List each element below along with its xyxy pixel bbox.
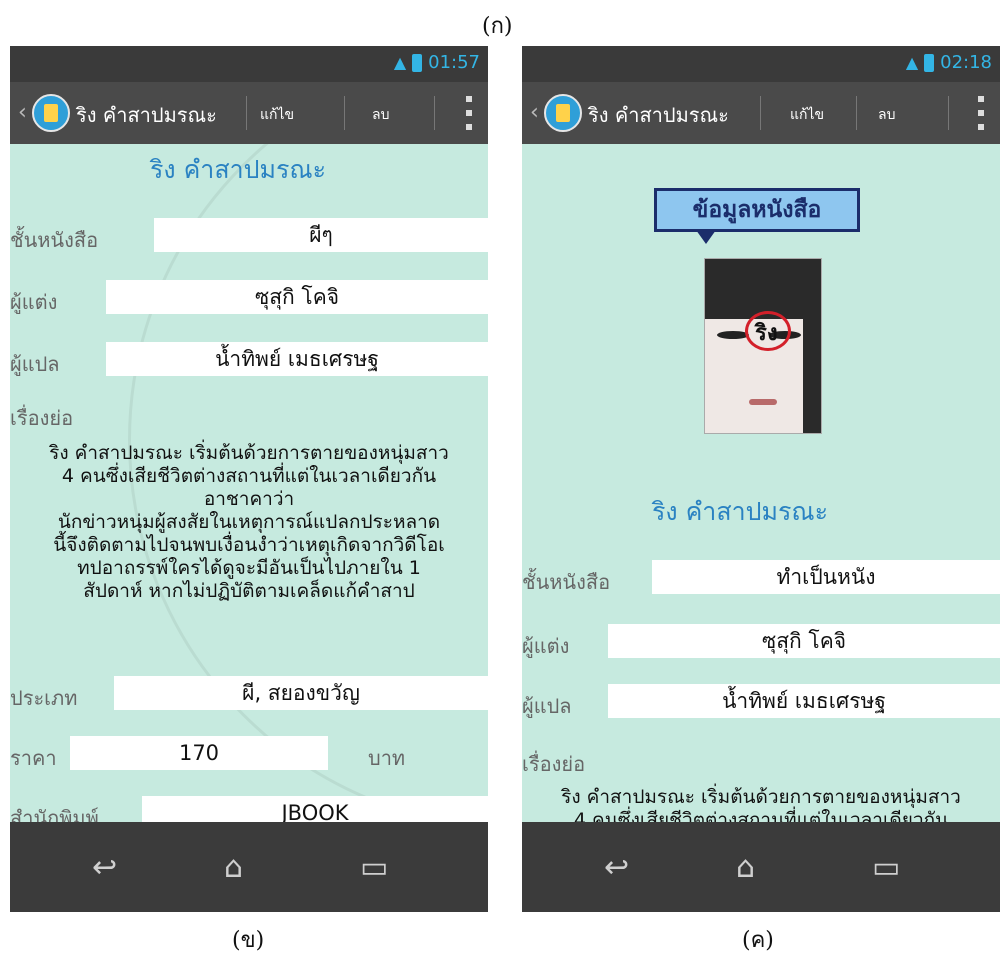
app-icon[interactable] (544, 94, 582, 132)
divider (246, 96, 247, 130)
status-time: 01:57 (428, 52, 480, 73)
translator-label: ผู้แปล (522, 694, 572, 718)
price-value: 170 (70, 736, 328, 770)
back-chevron-icon[interactable]: ‹ (530, 100, 539, 125)
divider (856, 96, 857, 130)
app-icon[interactable] (32, 94, 70, 132)
action-bar: ‹ ริง คำสาปมรณะ แก้ไข ลบ (10, 82, 488, 144)
bubble-tail (696, 230, 716, 244)
summary-text: ริง คำสาปมรณะ เริ่มต้นด้วยการตายของหนุ่ม… (10, 442, 488, 603)
status-icons: ▲ 02:18 (906, 52, 992, 73)
summary-line: นี้จึงติดตามไปจนพบเงื่อนงำว่าเหตุเกิดจาก… (53, 534, 445, 556)
type-value: ผี, สยองขวัญ (114, 676, 488, 710)
overflow-menu-icon[interactable] (466, 96, 472, 130)
summary-label: เรื่องย่อ (10, 406, 74, 430)
wifi-icon: ▲ (905, 53, 919, 72)
back-icon[interactable]: ↩ (604, 850, 629, 885)
cover-mouth (749, 399, 777, 405)
divider (948, 96, 949, 130)
delete-button[interactable]: ลบ (372, 104, 389, 126)
divider (760, 96, 761, 130)
edit-button[interactable]: แก้ไข (790, 104, 824, 126)
cover-title: ริง (755, 321, 778, 346)
battery-icon (412, 53, 423, 72)
action-bar-title: ริง คำสาปมรณะ (588, 103, 729, 127)
type-label: ประเภท (10, 686, 78, 710)
recents-icon[interactable]: ▭ (872, 850, 900, 885)
divider (344, 96, 345, 130)
price-label: ราคา (10, 746, 57, 770)
book-title: ริง คำสาปมรณะ (652, 497, 829, 526)
shelf-label: ชั้นหนังสือ (10, 228, 99, 252)
navigation-bar: ↩ ⌂ ▭ (522, 822, 1000, 912)
delete-button[interactable]: ลบ (878, 104, 895, 126)
shelf-value: ผีๆ (154, 218, 488, 252)
summary-line: อาชาคาว่า (203, 488, 295, 510)
shelf-value: ทำเป็นหนัง (652, 560, 1000, 594)
summary-line: 4 คนซึ่งเสียชีวิตต่างสถานที่แต่ในเวลาเดี… (61, 465, 437, 487)
back-chevron-icon[interactable]: ‹ (18, 100, 27, 125)
wifi-icon: ▲ (393, 53, 407, 72)
summary-line: ริง คำสาปมรณะ เริ่มต้นด้วยการตายของหนุ่ม… (49, 442, 449, 464)
home-icon[interactable]: ⌂ (736, 850, 755, 885)
action-bar: ‹ ริง คำสาปมรณะ แก้ไข ลบ (522, 82, 1000, 144)
home-icon[interactable]: ⌂ (224, 850, 243, 885)
summary-line: ริง คำสาปมรณะ เริ่มต้นด้วยการตายของหนุ่ม… (561, 786, 961, 808)
translator-value: น้ำทิพย์ เมธเศรษฐ (106, 342, 488, 376)
author-value: ซุสุกิ โคจิ (608, 624, 1000, 658)
action-bar-title: ริง คำสาปมรณะ (76, 103, 217, 127)
divider (434, 96, 435, 130)
status-bar: ▲ 02:18 (522, 46, 1000, 82)
status-icons: ▲ 01:57 (394, 52, 480, 73)
status-bar: ▲ 01:57 (10, 46, 488, 82)
summary-line: สัปดาห์ หากไม่ปฏิบัติตามเคล็ดแก้คำสาป (83, 580, 415, 602)
summary-line: ทปอาถรรพ์ใครได้ดูจะมีอันเป็นไปภายใน 1 (77, 557, 421, 579)
summary-line: นักข่าวหนุ่มผู้สงสัยในเหตุการณ์แปลกประหล… (57, 511, 441, 533)
price-unit: บาท (368, 746, 406, 770)
cover-side (803, 319, 821, 433)
author-value: ซุสุกิ โคจิ (106, 280, 488, 314)
translator-label: ผู้แปล (10, 352, 60, 376)
cover-hair (705, 259, 821, 319)
shelf-label: ชั้นหนังสือ (522, 570, 611, 594)
recents-icon[interactable]: ▭ (360, 850, 388, 885)
overflow-menu-icon[interactable] (978, 96, 984, 130)
summary-label: เรื่องย่อ (522, 752, 586, 776)
edit-button[interactable]: แก้ไข (260, 104, 294, 126)
battery-icon (924, 53, 935, 72)
back-icon[interactable]: ↩ (92, 850, 117, 885)
book-cover-image: ริง (704, 258, 822, 434)
caption-top: (ก) (482, 14, 513, 39)
screen-left: ▲ 01:57 ‹ ริง คำสาปมรณะ แก้ไข ลบ ริง คำส… (10, 46, 488, 912)
status-time: 02:18 (940, 52, 992, 73)
book-info-bubble: ข้อมูลหนังสือ (654, 188, 860, 232)
caption-right: (ค) (742, 928, 774, 953)
book-title: ริง คำสาปมรณะ (150, 155, 327, 184)
author-label: ผู้แต่ง (10, 290, 58, 314)
author-label: ผู้แต่ง (522, 634, 570, 658)
translator-value: น้ำทิพย์ เมธเศรษฐ (608, 684, 1000, 718)
screen-right: ▲ 02:18 ‹ ริง คำสาปมรณะ แก้ไข ลบ ข้อมูลห… (522, 46, 1000, 912)
caption-left: (ข) (232, 928, 265, 953)
navigation-bar: ↩ ⌂ ▭ (10, 822, 488, 912)
